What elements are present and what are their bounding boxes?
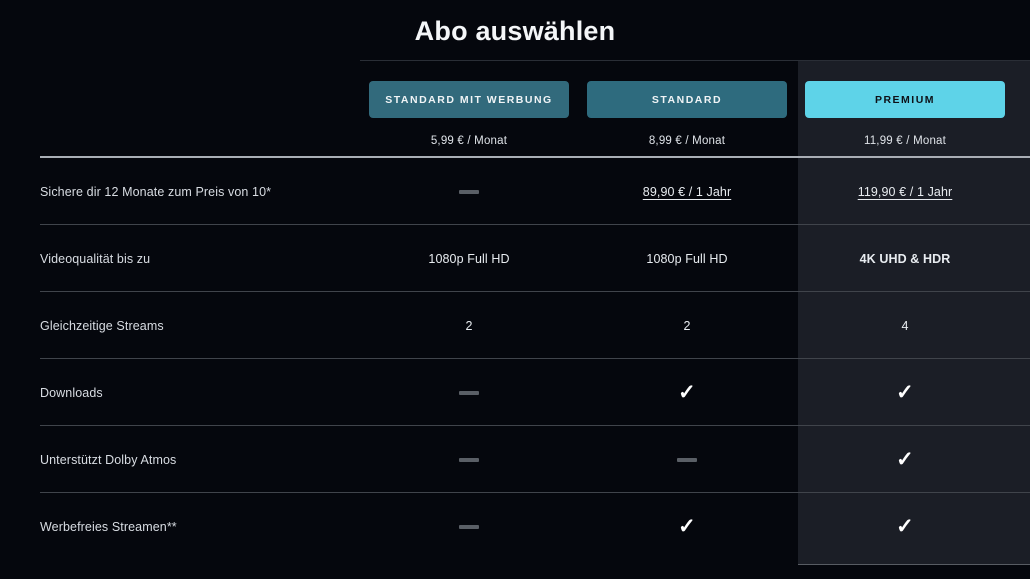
table-row: Videoqualität bis zu1080p Full HD1080p F… xyxy=(0,225,1030,292)
check-icon: ✓ xyxy=(896,382,914,403)
feature-label: Videoqualität bis zu xyxy=(0,252,360,266)
feature-value-premium: 4 xyxy=(796,319,1014,333)
check-icon: ✓ xyxy=(678,382,696,403)
plan-button-standard-mit-werbung[interactable]: STANDARD MIT WERBUNG xyxy=(369,81,569,118)
table-row: Sichere dir 12 Monate zum Preis von 10* 8… xyxy=(0,158,1030,225)
table-row: Unterstützt Dolby Atmos ✓ xyxy=(0,426,1030,493)
plan-button-standard[interactable]: STANDARD xyxy=(587,81,787,118)
feature-value-standard: 2 xyxy=(578,319,796,333)
feature-value-standard-mit-werbung xyxy=(360,453,578,467)
plan-column-premium: PREMIUM 11,99 € / Monat xyxy=(796,61,1014,151)
plan-button-premium[interactable]: PREMIUM xyxy=(805,81,1005,118)
feature-value-standard-mit-werbung xyxy=(360,185,578,199)
check-icon: ✓ xyxy=(896,449,914,470)
feature-value-standard-mit-werbung xyxy=(360,520,578,534)
page-title: Abo auswählen xyxy=(0,16,1030,47)
feature-table: Sichere dir 12 Monate zum Preis von 10* 8… xyxy=(0,158,1030,560)
feature-value-standard: 1080p Full HD xyxy=(578,252,796,266)
feature-value-standard-mit-werbung xyxy=(360,386,578,400)
feature-value-standard-mit-werbung: 2 xyxy=(360,319,578,333)
row-divider xyxy=(40,559,1030,560)
dash-icon xyxy=(677,458,697,462)
feature-label: Downloads xyxy=(0,386,360,400)
premium-column-bottom-border xyxy=(798,564,1030,565)
plan-price-standard-mit-werbung: 5,99 € / Monat xyxy=(431,135,507,147)
plan-header-row: STANDARD MIT WERBUNG5,99 € / MonatSTANDA… xyxy=(360,61,1030,151)
dash-icon xyxy=(459,391,479,395)
feature-value-premium[interactable]: 119,90 € / 1 Jahr xyxy=(796,185,1014,199)
dash-icon xyxy=(459,190,479,194)
plan-price-premium: 11,99 € / Monat xyxy=(864,135,946,147)
dash-icon xyxy=(459,458,479,462)
feature-value-premium: 4K UHD & HDR xyxy=(796,252,1014,266)
plan-column-standard-mit-werbung: STANDARD MIT WERBUNG 5,99 € / Monat xyxy=(360,61,578,151)
feature-value-premium: ✓ xyxy=(796,382,1014,403)
subscription-plan-selector: Abo auswählen STANDARD MIT WERBUNG 5,99 €… xyxy=(0,0,1030,579)
check-icon: ✓ xyxy=(678,516,696,537)
dash-icon xyxy=(459,525,479,529)
feature-value-premium: ✓ xyxy=(796,449,1014,470)
table-row: Werbefreies Streamen** ✓ ✓ xyxy=(0,493,1030,560)
feature-value-standard: ✓ xyxy=(578,382,796,403)
feature-value-standard-mit-werbung: 1080p Full HD xyxy=(360,252,578,266)
feature-label: Sichere dir 12 Monate zum Preis von 10* xyxy=(0,185,360,199)
feature-value-premium: ✓ xyxy=(796,516,1014,537)
table-row: Downloads ✓ ✓ xyxy=(0,359,1030,426)
feature-value-standard xyxy=(578,453,796,467)
feature-label: Werbefreies Streamen** xyxy=(0,520,360,534)
table-row: Gleichzeitige Streams224 xyxy=(0,292,1030,359)
plan-price-standard: 8,99 € / Monat xyxy=(649,135,725,147)
feature-label: Unterstützt Dolby Atmos xyxy=(0,453,360,467)
feature-value-standard[interactable]: 89,90 € / 1 Jahr xyxy=(578,185,796,199)
check-icon: ✓ xyxy=(896,516,914,537)
plan-column-standard: STANDARD 8,99 € / Monat xyxy=(578,61,796,151)
feature-value-standard: ✓ xyxy=(578,516,796,537)
feature-label: Gleichzeitige Streams xyxy=(0,319,360,333)
